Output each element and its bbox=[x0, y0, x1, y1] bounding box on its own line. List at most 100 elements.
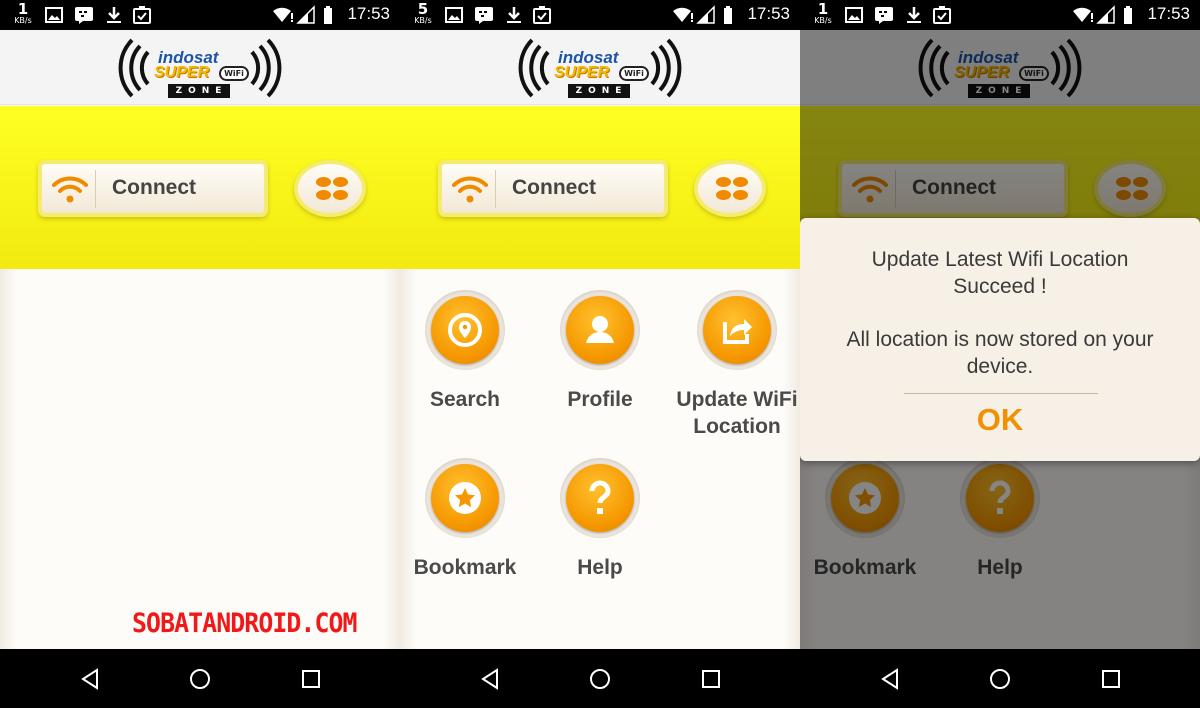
update-success-dialog: Update Latest Wifi Location Succeed ! Al… bbox=[800, 218, 1200, 461]
download-icon bbox=[507, 7, 521, 23]
back-icon[interactable] bbox=[478, 667, 502, 691]
indosat-superwifi-logo: indosat SUPER WiFi ZONE bbox=[518, 36, 682, 100]
battery-icon bbox=[324, 6, 332, 24]
nav-bar bbox=[400, 649, 800, 708]
logo-wifi-badge: WiFi bbox=[619, 66, 649, 81]
wifi-signal-icon bbox=[273, 7, 293, 22]
network-speed: 1 KB/s bbox=[810, 2, 836, 25]
wifi-signal-icon bbox=[1073, 7, 1093, 22]
location-pin-icon bbox=[448, 313, 482, 347]
task-done-icon bbox=[133, 6, 151, 24]
connect-label: Connect bbox=[112, 176, 196, 199]
wifi-icon bbox=[52, 176, 88, 203]
menu-toggle-button[interactable] bbox=[694, 160, 766, 217]
wifi-icon bbox=[452, 176, 488, 203]
logo-wifi-badge: WiFi bbox=[219, 66, 249, 81]
bookmark-button-circle[interactable] bbox=[425, 458, 505, 538]
star-icon bbox=[449, 482, 481, 514]
bbm-icon bbox=[875, 7, 893, 24]
app-header: indosat SUPER WiFi ZONE bbox=[0, 30, 400, 105]
ok-button[interactable]: OK bbox=[800, 402, 1200, 438]
logo-super: SUPER bbox=[554, 64, 610, 81]
network-speed: 1 KB/s bbox=[10, 2, 36, 25]
dialog-message-end: device. bbox=[966, 355, 1034, 378]
menu-dot bbox=[333, 190, 348, 200]
share-icon bbox=[723, 319, 752, 344]
menu-dot bbox=[316, 190, 331, 200]
dialog-divider bbox=[904, 393, 1098, 394]
network-speed: 5 KB/s bbox=[410, 2, 436, 25]
network-speed-unit: KB/s bbox=[14, 16, 32, 25]
menu-dot bbox=[733, 190, 748, 200]
back-icon[interactable] bbox=[78, 667, 102, 691]
menu-item-label: Help bbox=[577, 556, 623, 579]
menu-toggle-button[interactable] bbox=[294, 160, 366, 217]
menu-dot bbox=[333, 177, 348, 187]
menu-item-label: Bookmark bbox=[413, 556, 517, 579]
menu-item-search[interactable]: Search bbox=[400, 290, 530, 413]
nav-bar bbox=[800, 649, 1200, 708]
cell-signal-icon bbox=[696, 5, 715, 24]
back-icon[interactable] bbox=[878, 667, 902, 691]
image-icon bbox=[445, 7, 463, 23]
connect-button[interactable]: Connect bbox=[38, 160, 268, 217]
logo-zone: ZONE bbox=[168, 84, 230, 98]
menu-dot bbox=[716, 177, 731, 187]
download-icon bbox=[907, 7, 921, 23]
menu-item-update-wifi-location[interactable]: Update WiFi Location bbox=[672, 290, 800, 440]
recents-icon[interactable] bbox=[299, 667, 323, 691]
recents-icon[interactable] bbox=[1099, 667, 1123, 691]
help-button-circle[interactable] bbox=[560, 458, 640, 538]
download-icon bbox=[107, 7, 121, 23]
profile-button-circle[interactable] bbox=[560, 290, 640, 370]
search-button-circle[interactable] bbox=[425, 290, 505, 370]
network-speed-value: 1 bbox=[17, 0, 29, 18]
screen-home-menu: 5 KB/s 17:53 indosat SUPER WiFi ZONE Con… bbox=[400, 0, 800, 708]
nav-bar bbox=[0, 649, 400, 708]
logo-super: SUPER bbox=[154, 64, 210, 81]
task-done-icon bbox=[933, 6, 951, 24]
logo-zone: ZONE bbox=[568, 84, 630, 98]
battery-icon bbox=[724, 6, 732, 24]
menu-dot bbox=[316, 177, 331, 187]
image-icon bbox=[845, 7, 863, 23]
menu-dot bbox=[733, 177, 748, 187]
bbm-icon bbox=[475, 7, 493, 24]
network-speed-value: 1 bbox=[817, 0, 829, 18]
network-speed-value: 5 bbox=[417, 0, 429, 18]
network-speed-unit: KB/s bbox=[414, 16, 432, 25]
connect-divider bbox=[495, 170, 496, 208]
status-bar: 5 KB/s 17:53 bbox=[400, 0, 800, 30]
connect-divider bbox=[95, 170, 96, 208]
status-time: 17:53 bbox=[747, 4, 790, 23]
cell-signal-icon bbox=[1096, 5, 1115, 24]
home-icon[interactable] bbox=[188, 667, 212, 691]
menu-item-help[interactable]: Help bbox=[535, 458, 665, 581]
task-done-icon bbox=[533, 6, 551, 24]
app-header: indosat SUPER WiFi ZONE bbox=[400, 30, 800, 105]
indosat-superwifi-logo: indosat SUPER WiFi ZONE bbox=[118, 36, 282, 100]
network-speed-unit: KB/s bbox=[814, 16, 832, 25]
dialog-message: All location is now stored on your bbox=[846, 328, 1154, 351]
status-time: 17:53 bbox=[347, 4, 390, 23]
menu-item-bookmark[interactable]: Bookmark bbox=[400, 458, 530, 581]
connect-button[interactable]: Connect bbox=[438, 160, 668, 217]
image-icon bbox=[45, 7, 63, 23]
question-icon bbox=[589, 480, 611, 514]
content-area bbox=[0, 269, 400, 649]
menu-dot bbox=[716, 190, 731, 200]
battery-icon bbox=[1124, 6, 1132, 24]
screen-update-dialog: 1 KB/s 17:53 indosat SUPER WiFi ZONE Con… bbox=[800, 0, 1200, 708]
menu-item-label: Update WiFi Location bbox=[676, 388, 798, 438]
wifi-signal-icon bbox=[673, 7, 693, 22]
dialog-status: Succeed ! bbox=[953, 275, 1047, 298]
recents-icon[interactable] bbox=[699, 667, 723, 691]
update-button-circle[interactable] bbox=[697, 290, 777, 370]
menu-item-label: Profile bbox=[567, 388, 633, 411]
status-time: 17:53 bbox=[1147, 4, 1190, 23]
menu-item-profile[interactable]: Profile bbox=[535, 290, 665, 413]
status-bar: 1 KB/s 17:53 bbox=[0, 0, 400, 30]
cell-signal-icon bbox=[296, 5, 315, 24]
home-icon[interactable] bbox=[988, 667, 1012, 691]
home-icon[interactable] bbox=[588, 667, 612, 691]
